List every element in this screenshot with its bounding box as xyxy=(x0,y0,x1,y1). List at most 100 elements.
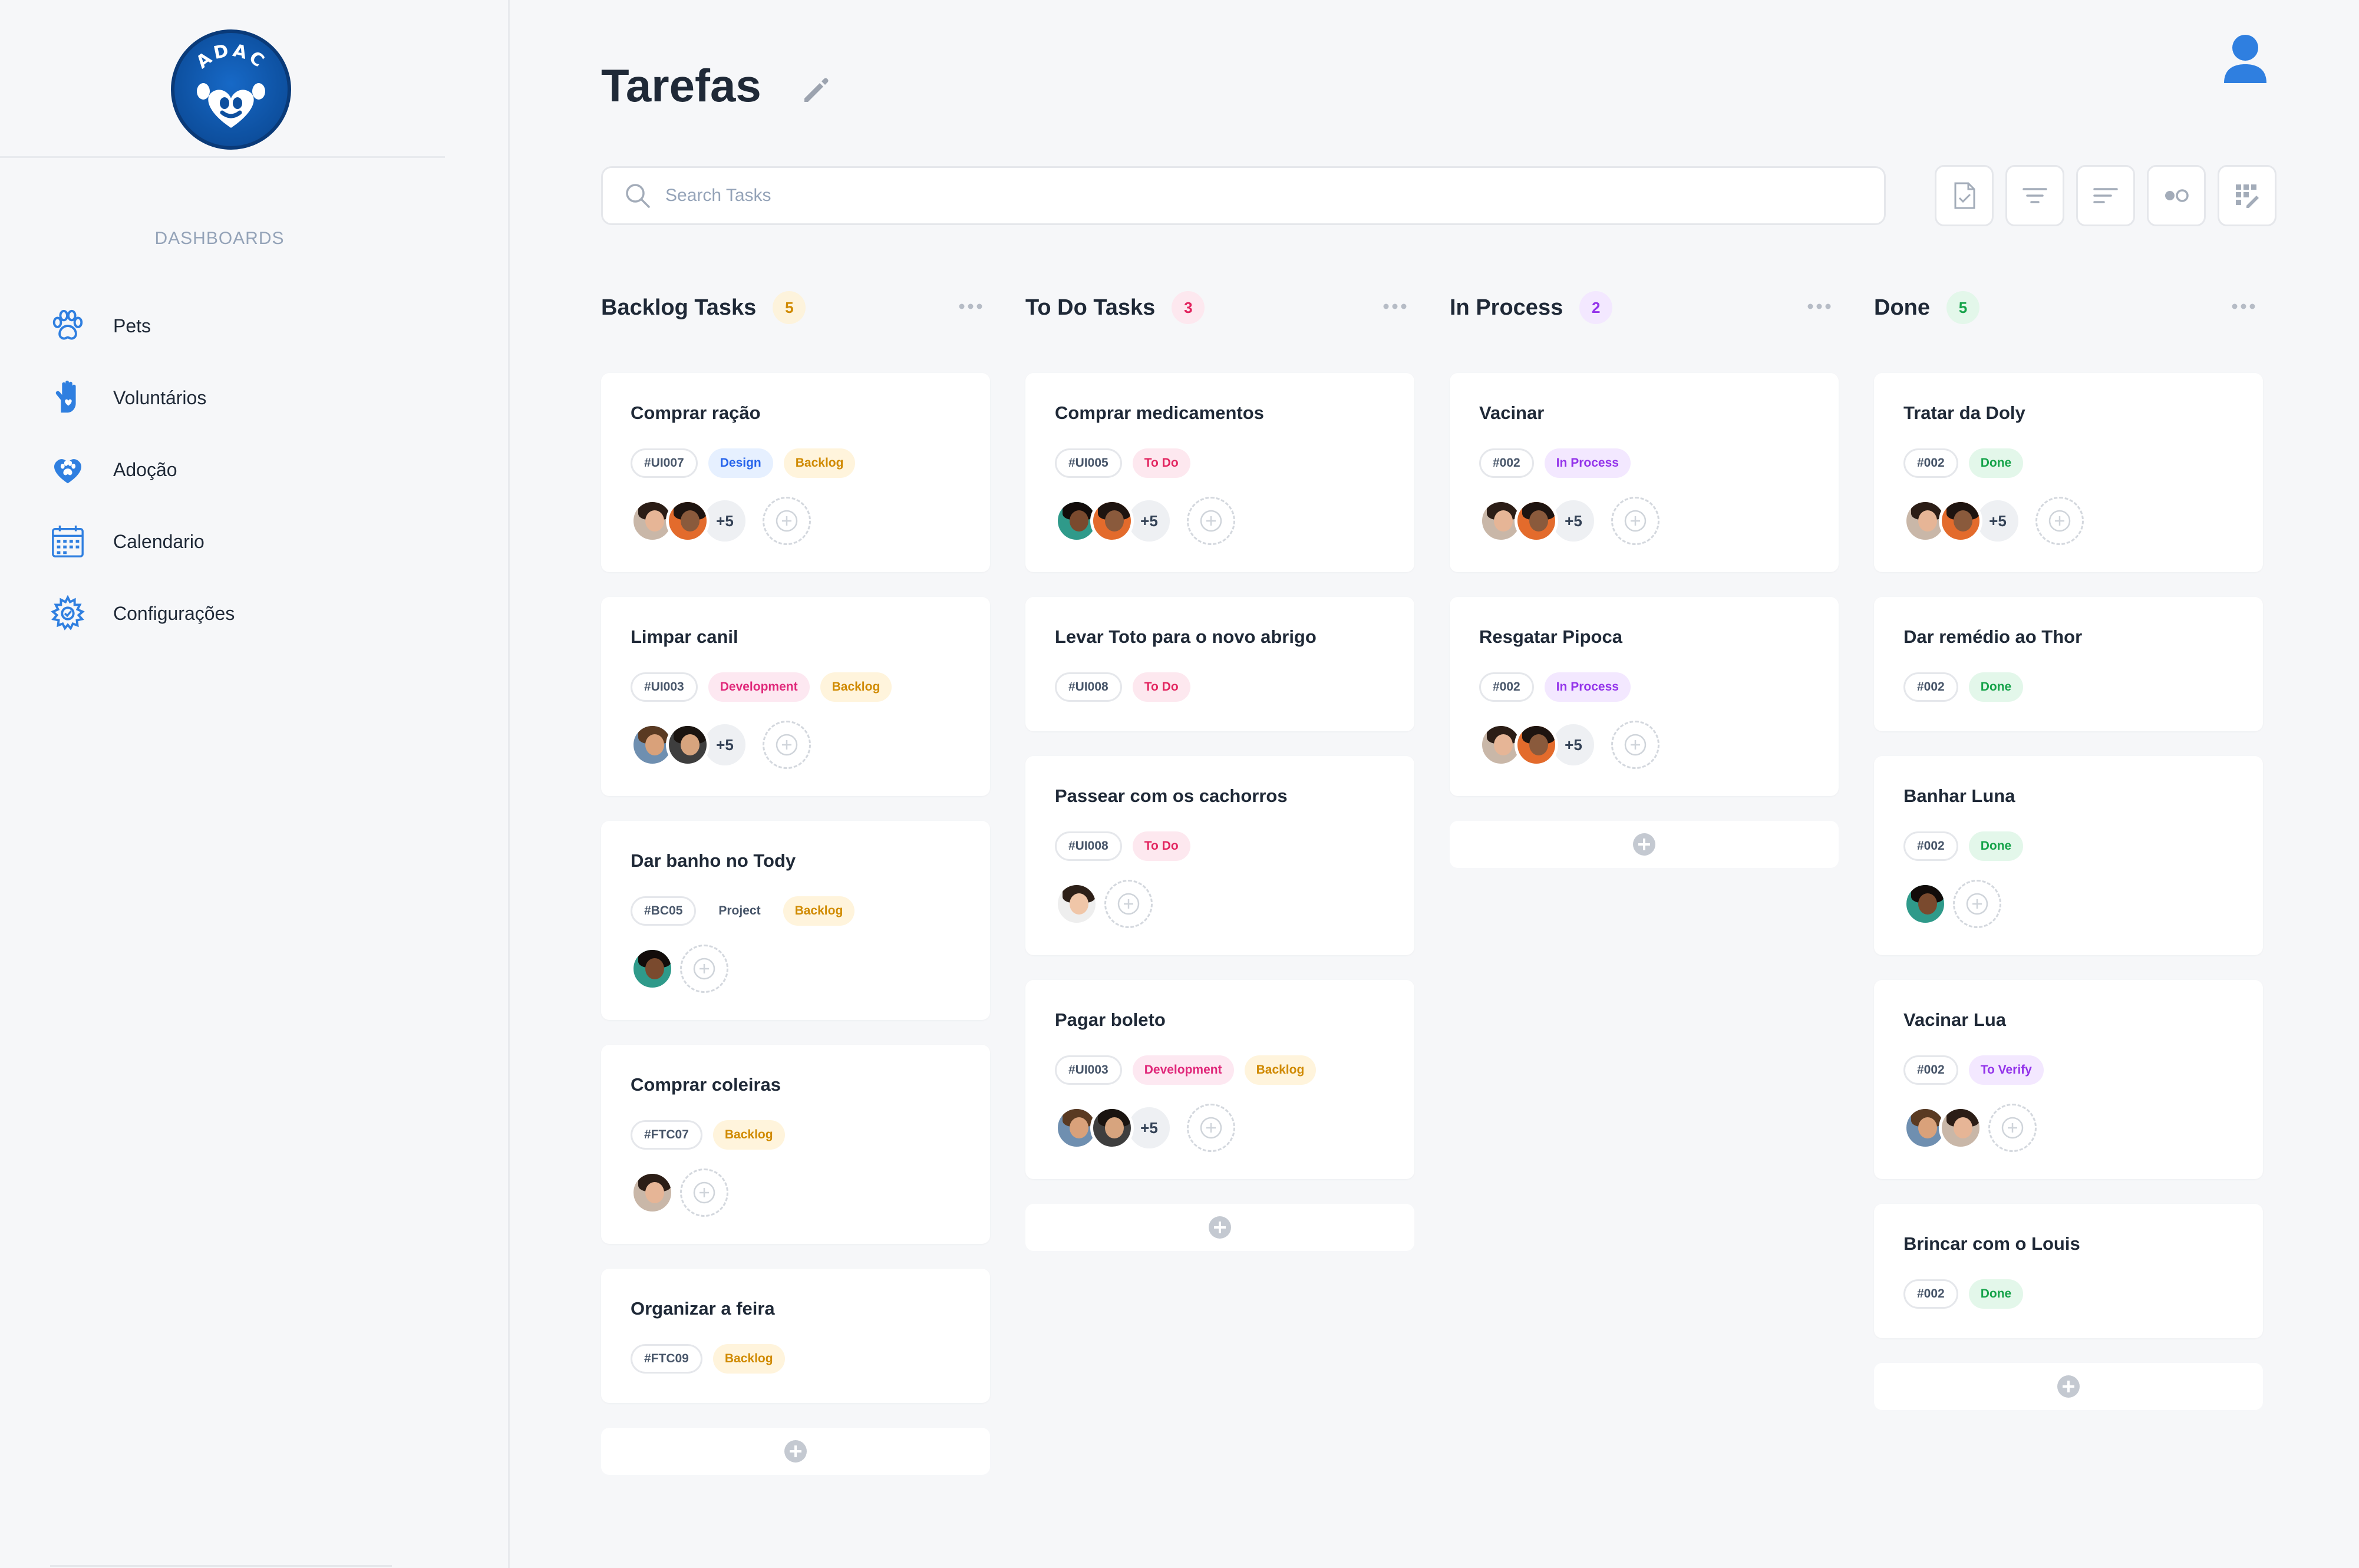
task-tags: #002 To Verify xyxy=(1903,1055,2044,1085)
task-title: Comprar coleiras xyxy=(631,1074,781,1095)
task-tags: #FTC09 Backlog xyxy=(631,1344,785,1374)
avatar[interactable] xyxy=(1090,499,1134,543)
more-options-icon[interactable] xyxy=(1381,299,1408,313)
add-task-button[interactable] xyxy=(1450,821,1839,868)
more-options-icon[interactable] xyxy=(1806,299,1833,313)
sidebar-item-calendario[interactable]: Calendario xyxy=(47,506,235,577)
column-count-badge: 2 xyxy=(1579,291,1613,324)
sidebar-item-label: Voluntários xyxy=(113,387,207,408)
sidebar-item-adocao[interactable]: Adoção xyxy=(47,434,235,506)
task-card[interactable]: Comprar medicamentos #UI005 To Do +5 xyxy=(1025,373,1414,572)
task-label-tag: Design xyxy=(708,448,773,478)
assignees: +5 xyxy=(1479,497,1659,545)
search-bar[interactable] xyxy=(601,166,1886,225)
add-task-icon xyxy=(2056,1374,2081,1399)
grid-edit-icon xyxy=(2236,184,2259,208)
sidebar-item-voluntarios[interactable]: Voluntários xyxy=(47,362,235,434)
task-title: Organizar a feira xyxy=(631,1298,775,1319)
task-label-tag: Backlog xyxy=(712,1120,785,1150)
column-title: Done xyxy=(1874,295,1930,320)
avatar[interactable] xyxy=(1515,723,1558,767)
sort-icon xyxy=(2093,188,2118,203)
task-label-tag: To Do xyxy=(1132,448,1190,478)
plus-circle-icon xyxy=(774,509,799,533)
add-member-button[interactable] xyxy=(1187,1104,1235,1152)
add-task-button[interactable] xyxy=(1874,1363,2263,1410)
add-member-button[interactable] xyxy=(763,497,811,545)
task-check-icon xyxy=(1954,182,1975,209)
task-card[interactable]: Brincar com o Louis #002 Done xyxy=(1874,1204,2263,1338)
task-id-tag: #BC05 xyxy=(631,896,697,926)
plus-circle-icon xyxy=(1116,892,1141,916)
task-tags: #BC05 Project Backlog xyxy=(631,896,855,926)
task-card[interactable]: Dar remédio ao Thor #002 Done xyxy=(1874,597,2263,731)
add-member-button[interactable] xyxy=(680,945,728,993)
search-input[interactable] xyxy=(665,186,1785,206)
edit-pencil-icon[interactable] xyxy=(799,74,833,108)
add-member-button[interactable] xyxy=(763,721,811,769)
avatar[interactable] xyxy=(1055,882,1098,926)
task-card[interactable]: Banhar Luna #002 Done xyxy=(1874,756,2263,955)
add-task-button[interactable] xyxy=(1025,1204,1414,1251)
sidebar-item-label: Adoção xyxy=(113,458,177,480)
task-card[interactable]: Pagar boleto #UI003 Development Backlog +5 xyxy=(1025,980,1414,1179)
avatar[interactable] xyxy=(631,947,674,991)
avatar[interactable] xyxy=(666,499,710,543)
sidebar-nav: Pets Voluntários Adoção Calendario Confi… xyxy=(47,290,235,649)
add-task-button[interactable] xyxy=(601,1428,990,1475)
svg-text:ADAC: ADAC xyxy=(193,40,270,73)
task-label-tag: To Verify xyxy=(1968,1055,2044,1085)
avatar[interactable] xyxy=(1090,1106,1134,1150)
task-card[interactable]: Comprar coleiras #FTC07 Backlog xyxy=(601,1045,990,1244)
task-card[interactable]: Comprar ração #UI007 Design Backlog +5 xyxy=(601,373,990,572)
toggle-view-button[interactable] xyxy=(2147,165,2206,226)
task-check-button[interactable] xyxy=(1935,165,1994,226)
adac-logo[interactable]: ADAC xyxy=(171,29,291,150)
sort-button[interactable] xyxy=(2076,165,2135,226)
add-member-button[interactable] xyxy=(1953,880,2001,928)
avatar[interactable] xyxy=(1939,1106,1982,1150)
add-member-button[interactable] xyxy=(1187,497,1235,545)
add-member-button[interactable] xyxy=(2035,497,2084,545)
task-card[interactable]: Vacinar #002 In Process +5 xyxy=(1450,373,1839,572)
task-card[interactable]: Levar Toto para o novo abrigo #UI008 To D… xyxy=(1025,597,1414,731)
grid-edit-button[interactable] xyxy=(2218,165,2276,226)
assignees xyxy=(631,1168,728,1217)
avatar[interactable] xyxy=(1903,882,1947,926)
more-options-icon[interactable] xyxy=(957,299,984,313)
add-member-button[interactable] xyxy=(1611,721,1659,769)
add-member-button[interactable] xyxy=(1611,497,1659,545)
task-tags: #UI005 To Do xyxy=(1055,448,1190,478)
task-title: Comprar medicamentos xyxy=(1055,402,1264,423)
task-id-tag: #002 xyxy=(1903,831,1958,861)
sidebar-heading: DASHBOARDS xyxy=(154,229,285,248)
task-id-tag: #002 xyxy=(1903,1055,1958,1085)
task-title: Comprar ração xyxy=(631,402,761,423)
filter-button[interactable] xyxy=(2005,165,2064,226)
task-title: Resgatar Pipoca xyxy=(1479,626,1622,647)
task-tags: #FTC07 Backlog xyxy=(631,1120,785,1150)
sidebar-item-pets[interactable]: Pets xyxy=(47,290,235,362)
task-card[interactable]: Tratar da Doly #002 Done +5 xyxy=(1874,373,2263,572)
avatar[interactable] xyxy=(631,1171,674,1214)
task-id-tag: #UI007 xyxy=(631,448,698,478)
add-member-button[interactable] xyxy=(1988,1104,2037,1152)
task-card[interactable]: Resgatar Pipoca #002 In Process +5 xyxy=(1450,597,1839,796)
user-profile-icon[interactable] xyxy=(2222,32,2269,85)
task-label-tag: Development xyxy=(1132,1055,1234,1085)
task-card[interactable]: Vacinar Lua #002 To Verify xyxy=(1874,980,2263,1179)
avatar[interactable] xyxy=(1939,499,1982,543)
avatar[interactable] xyxy=(1515,499,1558,543)
task-card[interactable]: Passear com os cachorros #UI008 To Do xyxy=(1025,756,1414,955)
task-card[interactable]: Limpar canil #UI003 Development Backlog +5 xyxy=(601,597,990,796)
sidebar-item-label: Configurações xyxy=(113,602,235,624)
logo-text: ADAC xyxy=(193,40,268,73)
task-card[interactable]: Organizar a feira #FTC09 Backlog xyxy=(601,1269,990,1403)
logo-area: ADAC xyxy=(0,0,445,158)
add-member-button[interactable] xyxy=(1104,880,1153,928)
task-card[interactable]: Dar banho no Tody #BC05 Project Backlog xyxy=(601,821,990,1020)
avatar[interactable] xyxy=(666,723,710,767)
add-member-button[interactable] xyxy=(680,1168,728,1217)
sidebar-item-configuracoes[interactable]: Configurações xyxy=(47,577,235,649)
more-options-icon[interactable] xyxy=(2230,299,2257,313)
